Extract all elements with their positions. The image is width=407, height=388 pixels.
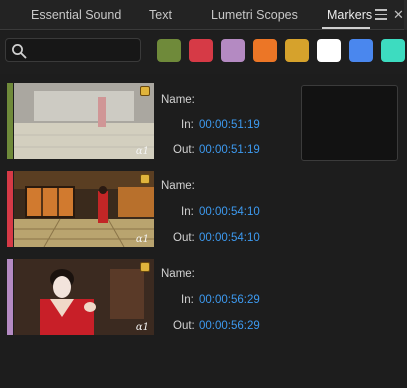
out-label: Out: <box>173 320 195 332</box>
in-timecode[interactable]: 00:00:54:10 <box>199 206 260 218</box>
marker-row[interactable]: α1 Name: In: 00:00:54:10 Out: 00:00:54:1… <box>5 168 407 248</box>
out-label: Out: <box>173 232 195 244</box>
marker-color-bar <box>7 171 13 247</box>
alpha-label: α1 <box>135 146 149 157</box>
in-timecode[interactable]: 00:00:51:19 <box>199 119 260 131</box>
in-timecode[interactable]: 00:00:56:29 <box>199 294 260 306</box>
tab-essential-sound[interactable]: Essential Sound <box>31 8 121 22</box>
thumbnail-image <box>14 259 154 335</box>
color-filter-orange[interactable] <box>253 39 277 62</box>
color-filter-yellow[interactable] <box>285 39 309 62</box>
marker-thumbnail[interactable]: α1 <box>14 83 154 159</box>
out-timecode[interactable]: 00:00:54:10 <box>199 232 260 244</box>
search-icon <box>12 44 27 59</box>
marker-comment-field[interactable] <box>301 85 398 161</box>
markers-toolbar <box>0 31 407 74</box>
tab-lumetri-scopes[interactable]: Lumetri Scopes <box>211 8 298 22</box>
alpha-label: α1 <box>135 234 149 245</box>
color-filter-cyan[interactable] <box>381 39 405 62</box>
out-timecode[interactable]: 00:00:51:19 <box>199 144 260 156</box>
marker-row[interactable]: α1 Name: In: 00:00:56:29 Out: 00:00:56:2… <box>5 256 407 336</box>
marker-thumbnail[interactable]: α1 <box>14 171 154 247</box>
name-label: Name: <box>161 268 195 280</box>
clip-badge-icon <box>140 86 150 96</box>
color-filter-white[interactable] <box>317 39 341 62</box>
marker-color-bar <box>7 83 13 159</box>
name-label: Name: <box>161 94 195 106</box>
clip-badge-icon <box>140 262 150 272</box>
tab-markers[interactable]: Markers <box>327 8 372 22</box>
search-field[interactable] <box>5 38 141 62</box>
in-label: In: <box>181 119 194 131</box>
out-timecode[interactable]: 00:00:56:29 <box>199 320 260 332</box>
color-filter-green[interactable] <box>157 39 181 62</box>
clip-badge-icon <box>140 174 150 184</box>
marker-list: α1 Name: In: 00:00:51:19 Out: 00:00:51:1… <box>0 80 407 388</box>
selected-overlay <box>14 83 154 159</box>
marker-thumbnail[interactable]: α1 <box>14 259 154 335</box>
name-label: Name: <box>161 180 195 192</box>
in-label: In: <box>181 206 194 218</box>
color-filter-blue[interactable] <box>349 39 373 62</box>
panel-menu-icon[interactable] <box>375 9 387 21</box>
active-tab-indicator <box>322 27 370 29</box>
marker-color-bar <box>7 259 13 335</box>
panel-tab-bar: Essential Sound Text Lumetri Scopes Mark… <box>0 0 407 30</box>
color-filter-lavender[interactable] <box>221 39 245 62</box>
out-label: Out: <box>173 144 195 156</box>
tab-text[interactable]: Text <box>149 8 172 22</box>
alpha-label: α1 <box>135 322 149 333</box>
color-filter-red[interactable] <box>189 39 213 62</box>
thumbnail-image <box>14 171 154 247</box>
in-label: In: <box>181 294 194 306</box>
search-input[interactable] <box>30 42 136 58</box>
marker-row[interactable]: α1 Name: In: 00:00:51:19 Out: 00:00:51:1… <box>5 80 407 161</box>
